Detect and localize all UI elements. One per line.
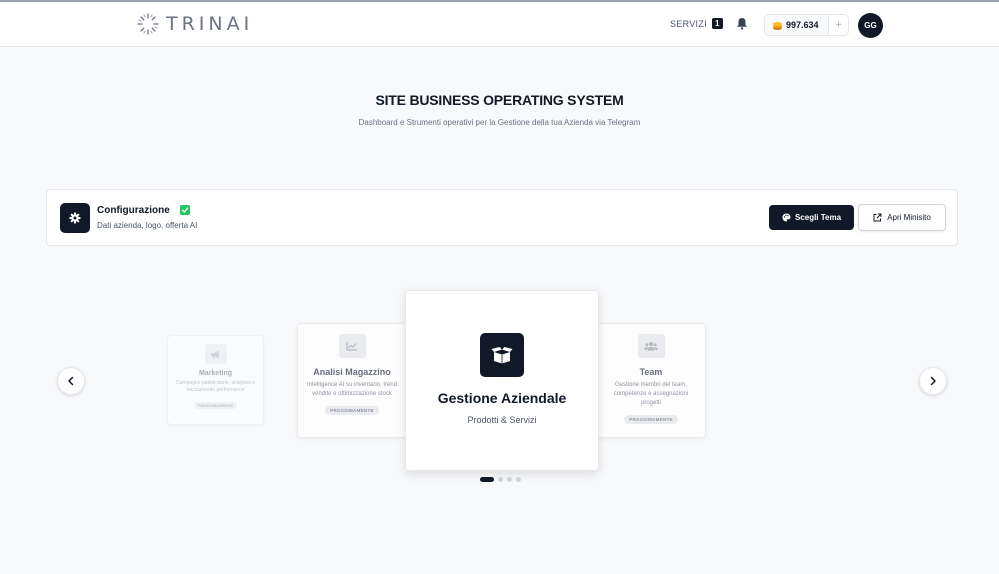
palette-icon	[782, 213, 791, 222]
carousel-prev-button[interactable]	[57, 367, 85, 395]
open-minisite-label: Apri Minisito	[887, 213, 931, 222]
check-icon	[180, 205, 190, 215]
top-navbar: TRINAI SERVIZI 1 997.634 + GG	[0, 0, 999, 47]
config-title: Configurazione	[97, 205, 170, 216]
carousel-dot[interactable]	[507, 477, 512, 482]
gear-icon	[60, 203, 90, 233]
chevron-left-icon	[68, 376, 74, 386]
coming-soon-badge: PROSSIMAMENTE	[193, 402, 238, 409]
coming-soon-badge: PROSSIMAMENTE	[624, 415, 678, 424]
card-description: Intelligence AI su inventario, trend ven…	[306, 382, 398, 397]
choose-theme-button[interactable]: Scegli Tema	[769, 205, 854, 230]
module-card-team[interactable]: Team Gestione membri del team, competenz…	[596, 323, 706, 438]
module-card-marketing[interactable]: Marketing Campagne pubblicitarie, analyt…	[167, 335, 264, 425]
card-subtitle: Prodotti & Servizi	[467, 415, 537, 425]
chevron-right-icon	[930, 376, 936, 386]
coins-icon	[773, 21, 782, 30]
servizi-count-badge: 1	[711, 18, 723, 29]
credits-widget[interactable]: 997.634 +	[764, 14, 849, 36]
users-icon	[637, 334, 665, 358]
configuration-card[interactable]: Configurazione Dati azienda, logo, offer…	[46, 189, 958, 246]
module-card-gestione-aziendale[interactable]: Gestione Aziendale Prodotti & Servizi	[405, 290, 599, 471]
open-minisite-button[interactable]: Apri Minisito	[858, 204, 946, 231]
module-card-analisi-magazzino[interactable]: Analisi Magazzino Intelligence AI su inv…	[297, 323, 407, 438]
logo-text: TRINAI	[166, 13, 254, 35]
page-subtitle: Dashboard e Strumenti operativi per la G…	[358, 118, 641, 127]
choose-theme-label: Scegli Tema	[794, 213, 842, 222]
chart-line-icon	[338, 334, 366, 358]
user-avatar[interactable]: GG	[858, 13, 883, 38]
carousel-dot[interactable]	[516, 477, 521, 482]
card-description: Gestione membri del team, competenze e a…	[613, 382, 689, 406]
carousel-dot[interactable]	[498, 477, 503, 482]
bell-icon[interactable]	[736, 17, 748, 30]
card-title: Team	[639, 367, 663, 377]
carousel-next-button[interactable]	[919, 367, 947, 395]
servizi-label: SERVIZI	[670, 18, 707, 29]
credits-value: 997.634	[786, 20, 819, 30]
external-link-icon	[873, 213, 882, 222]
coming-soon-badge: PROSSIMAMENTE	[325, 406, 379, 415]
carousel-pagination	[480, 477, 521, 482]
box-open-icon	[480, 333, 524, 377]
add-credits-button[interactable]: +	[829, 20, 848, 31]
card-title: Gestione Aziendale	[437, 390, 567, 406]
card-description: Campagne pubblicitarie, analytics e trac…	[176, 380, 255, 393]
logo[interactable]: TRINAI	[136, 12, 253, 36]
card-title: Analisi Magazzino	[313, 367, 391, 377]
page-title: SITE BUSINESS OPERATING SYSTEM	[375, 92, 624, 108]
card-title: Marketing	[198, 370, 233, 377]
megaphone-icon	[204, 344, 227, 364]
config-description: Dati azienda, logo, offerta AI	[97, 221, 198, 230]
logo-burst-icon	[137, 13, 159, 35]
servizi-link[interactable]: SERVIZI 1	[670, 18, 723, 29]
carousel-dot-active[interactable]	[480, 477, 494, 482]
credits-balance: 997.634	[765, 15, 829, 35]
